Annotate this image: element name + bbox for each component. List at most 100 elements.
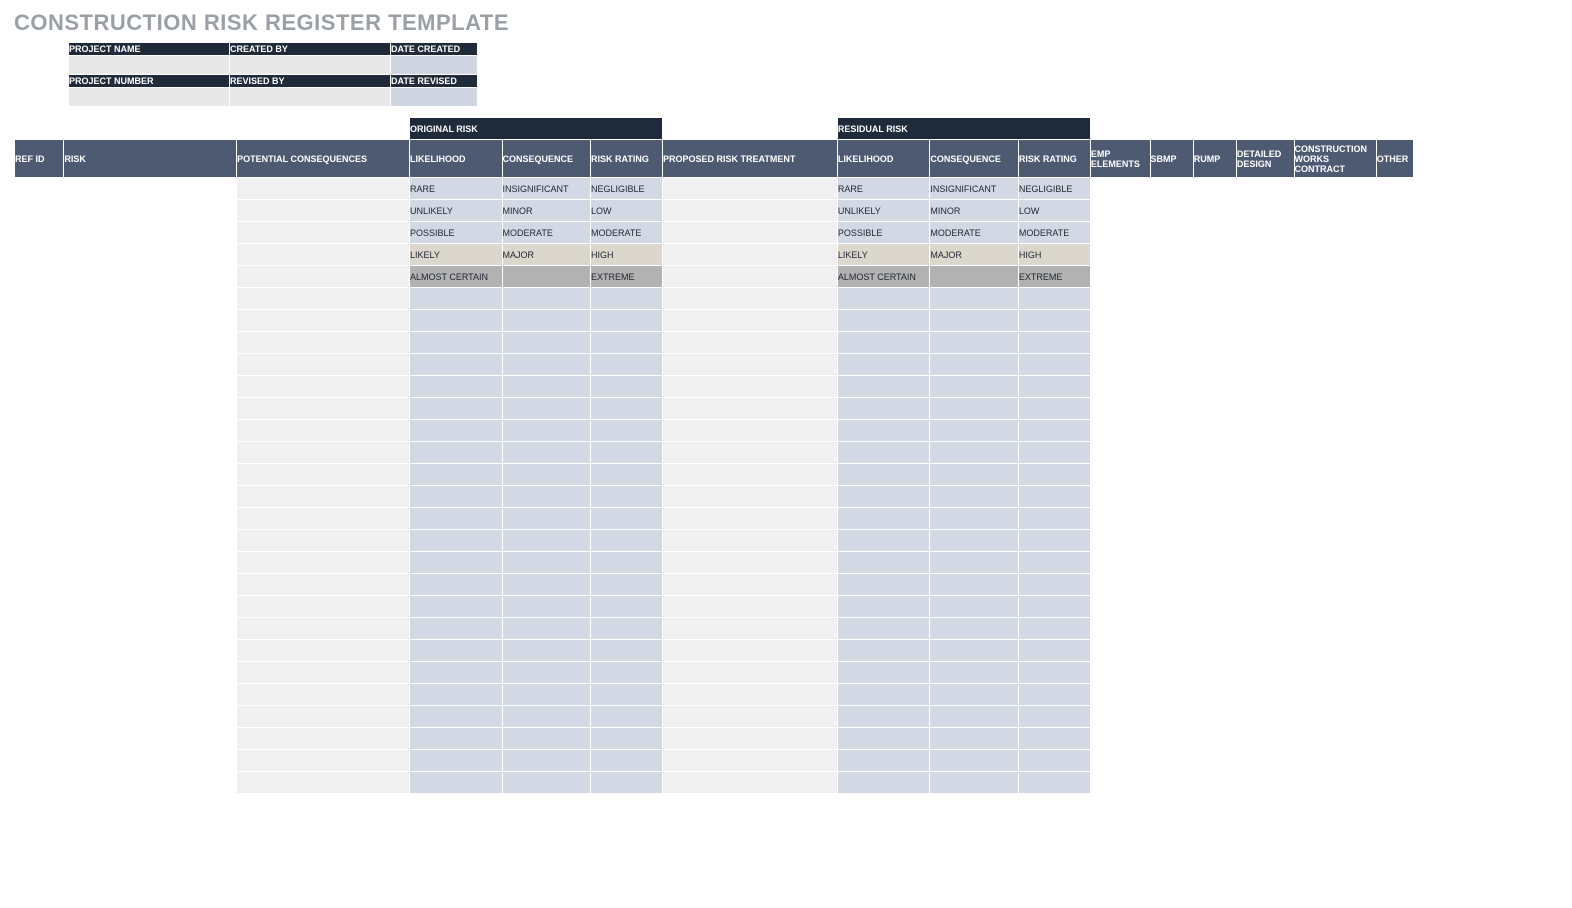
cell-potential-consequences[interactable] [237, 574, 410, 596]
cell-other[interactable] [1376, 442, 1413, 464]
cell-cwc[interactable] [1294, 750, 1376, 772]
cell-proposed-treatment[interactable] [663, 618, 838, 640]
cell-potential-consequences[interactable] [237, 266, 410, 288]
cell-proposed-treatment[interactable] [663, 750, 838, 772]
cell-consequence-original[interactable] [502, 354, 590, 376]
cell-rump[interactable] [1193, 706, 1236, 728]
cell-rating-residual[interactable] [1018, 530, 1090, 552]
cell-proposed-treatment[interactable] [663, 508, 838, 530]
cell-consequence-residual[interactable] [930, 332, 1018, 354]
cell-emp-elements[interactable] [1090, 442, 1150, 464]
cell-rump[interactable] [1193, 574, 1236, 596]
cell-consequence-original[interactable] [502, 332, 590, 354]
cell-likelihood-residual[interactable]: RARE [837, 178, 930, 200]
cell-detailed-design[interactable] [1236, 552, 1294, 574]
cell-sbmp[interactable] [1150, 596, 1193, 618]
cell-rating-original[interactable] [590, 508, 662, 530]
cell-rating-original[interactable] [590, 332, 662, 354]
cell-consequence-residual[interactable] [930, 706, 1018, 728]
cell-rump[interactable] [1193, 332, 1236, 354]
cell-other[interactable] [1376, 684, 1413, 706]
cell-potential-consequences[interactable] [237, 618, 410, 640]
cell-consequence-original[interactable] [502, 728, 590, 750]
meta-value-date-revised[interactable] [391, 88, 478, 107]
cell-rating-residual[interactable] [1018, 398, 1090, 420]
cell-detailed-design[interactable] [1236, 728, 1294, 750]
cell-other[interactable] [1376, 244, 1413, 266]
cell-ref-id[interactable] [15, 684, 64, 706]
cell-cwc[interactable] [1294, 618, 1376, 640]
cell-risk[interactable] [64, 508, 237, 530]
cell-rating-original[interactable] [590, 464, 662, 486]
cell-rating-residual[interactable]: MODERATE [1018, 222, 1090, 244]
cell-rating-residual[interactable] [1018, 728, 1090, 750]
cell-rating-residual[interactable] [1018, 464, 1090, 486]
cell-rating-residual[interactable]: LOW [1018, 200, 1090, 222]
cell-rating-original[interactable] [590, 288, 662, 310]
cell-risk[interactable] [64, 244, 237, 266]
cell-ref-id[interactable] [15, 420, 64, 442]
cell-consequence-original[interactable] [502, 310, 590, 332]
cell-detailed-design[interactable] [1236, 244, 1294, 266]
cell-proposed-treatment[interactable] [663, 244, 838, 266]
cell-rating-original[interactable] [590, 684, 662, 706]
cell-emp-elements[interactable] [1090, 332, 1150, 354]
cell-sbmp[interactable] [1150, 222, 1193, 244]
cell-rating-original[interactable]: NEGLIGIBLE [590, 178, 662, 200]
cell-proposed-treatment[interactable] [663, 684, 838, 706]
cell-detailed-design[interactable] [1236, 684, 1294, 706]
cell-cwc[interactable] [1294, 706, 1376, 728]
cell-likelihood-original[interactable] [409, 684, 502, 706]
cell-cwc[interactable] [1294, 552, 1376, 574]
cell-consequence-original[interactable] [502, 464, 590, 486]
cell-consequence-original[interactable] [502, 618, 590, 640]
cell-proposed-treatment[interactable] [663, 464, 838, 486]
cell-cwc[interactable] [1294, 728, 1376, 750]
cell-detailed-design[interactable] [1236, 508, 1294, 530]
cell-risk[interactable] [64, 772, 237, 794]
cell-rump[interactable] [1193, 376, 1236, 398]
cell-likelihood-original[interactable] [409, 332, 502, 354]
cell-cwc[interactable] [1294, 530, 1376, 552]
cell-risk[interactable] [64, 618, 237, 640]
cell-likelihood-residual[interactable] [837, 772, 930, 794]
cell-sbmp[interactable] [1150, 332, 1193, 354]
cell-ref-id[interactable] [15, 574, 64, 596]
cell-cwc[interactable] [1294, 288, 1376, 310]
cell-consequence-original[interactable] [502, 398, 590, 420]
cell-other[interactable] [1376, 596, 1413, 618]
cell-risk[interactable] [64, 332, 237, 354]
cell-emp-elements[interactable] [1090, 772, 1150, 794]
cell-likelihood-residual[interactable] [837, 464, 930, 486]
cell-sbmp[interactable] [1150, 310, 1193, 332]
cell-rump[interactable] [1193, 596, 1236, 618]
cell-emp-elements[interactable] [1090, 288, 1150, 310]
cell-rating-original[interactable] [590, 596, 662, 618]
cell-other[interactable] [1376, 398, 1413, 420]
cell-detailed-design[interactable] [1236, 530, 1294, 552]
cell-rating-original[interactable] [590, 618, 662, 640]
cell-rating-original[interactable]: HIGH [590, 244, 662, 266]
cell-likelihood-residual[interactable] [837, 750, 930, 772]
cell-sbmp[interactable] [1150, 486, 1193, 508]
cell-rating-original[interactable]: EXTREME [590, 266, 662, 288]
cell-detailed-design[interactable] [1236, 772, 1294, 794]
cell-cwc[interactable] [1294, 332, 1376, 354]
cell-risk[interactable] [64, 662, 237, 684]
cell-rating-original[interactable] [590, 728, 662, 750]
cell-rating-residual[interactable] [1018, 618, 1090, 640]
cell-potential-consequences[interactable] [237, 332, 410, 354]
cell-consequence-residual[interactable] [930, 310, 1018, 332]
cell-sbmp[interactable] [1150, 244, 1193, 266]
cell-other[interactable] [1376, 178, 1413, 200]
cell-consequence-original[interactable] [502, 288, 590, 310]
cell-other[interactable] [1376, 310, 1413, 332]
cell-likelihood-residual[interactable] [837, 332, 930, 354]
cell-likelihood-original[interactable] [409, 376, 502, 398]
cell-risk[interactable] [64, 530, 237, 552]
cell-risk[interactable] [64, 640, 237, 662]
cell-cwc[interactable] [1294, 596, 1376, 618]
cell-rating-residual[interactable] [1018, 332, 1090, 354]
cell-other[interactable] [1376, 530, 1413, 552]
cell-consequence-residual[interactable] [930, 442, 1018, 464]
